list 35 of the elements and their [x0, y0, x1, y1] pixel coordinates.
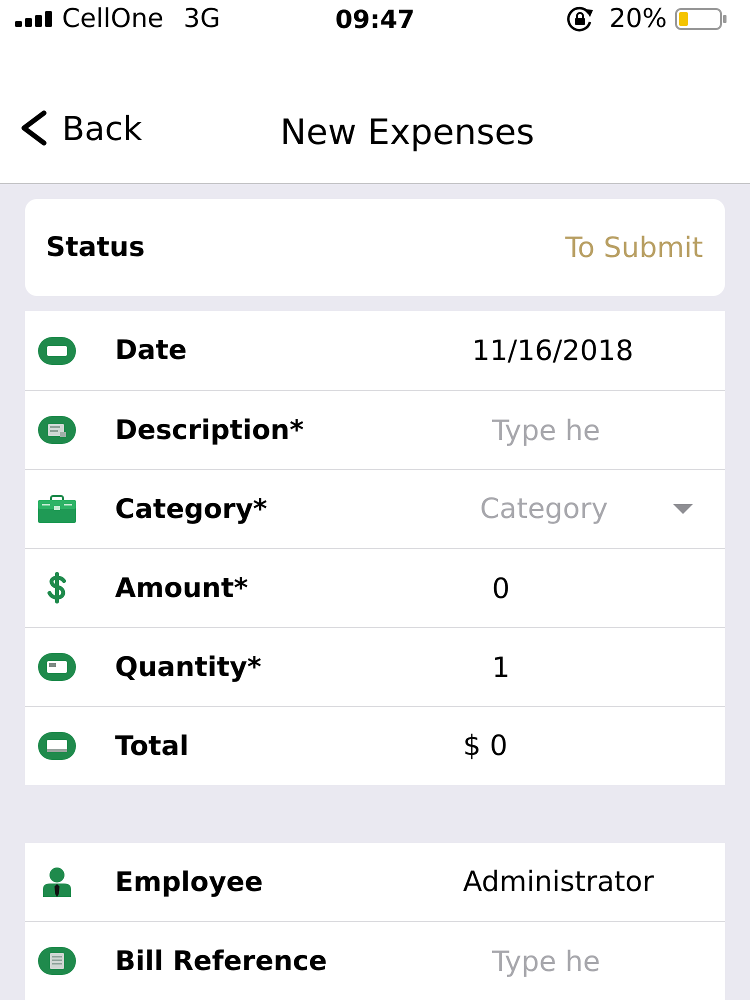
- dollar-icon: [46, 572, 68, 604]
- receipt-icon: [38, 947, 76, 975]
- status-value: To Submit: [565, 234, 703, 262]
- field-label: Total: [115, 732, 189, 760]
- clock-time: 09:47: [335, 6, 415, 32]
- back-button[interactable]: Back: [18, 108, 142, 148]
- card-icon: [38, 732, 76, 760]
- value-text: Administrator: [463, 868, 654, 896]
- screen-title: New Expenses: [280, 112, 534, 155]
- field-label: Amount*: [115, 574, 248, 602]
- field-label: Category*: [115, 496, 268, 522]
- carrier-name: CellOne: [62, 6, 164, 32]
- battery-icon: [675, 8, 727, 30]
- text-input[interactable]: 0: [463, 566, 683, 610]
- field-label: Description*: [115, 416, 304, 444]
- card-icon: [38, 653, 76, 681]
- note-icon: [38, 416, 76, 444]
- field-label: Bill Reference: [115, 948, 328, 974]
- field-label: Quantity*: [115, 654, 262, 680]
- value-text: $ 0: [463, 732, 508, 760]
- signal-icon: [15, 11, 52, 27]
- battery-percent: 20%: [609, 6, 667, 32]
- briefcase-icon: [38, 495, 76, 523]
- person-icon: [42, 867, 72, 897]
- field-label: Employee: [115, 868, 263, 896]
- caret-down-icon: [673, 504, 693, 514]
- card-icon: [38, 336, 76, 364]
- text-input[interactable]: Type he: [463, 939, 683, 983]
- date-picker[interactable]: 11/16/2018: [463, 328, 634, 372]
- status-label: Status: [46, 234, 145, 261]
- network-type: 3G: [184, 6, 220, 32]
- text-input[interactable]: Type he: [463, 408, 683, 452]
- rotation-lock-icon: [565, 6, 596, 32]
- field-label: Date: [115, 337, 187, 364]
- text-input[interactable]: 1: [463, 645, 683, 689]
